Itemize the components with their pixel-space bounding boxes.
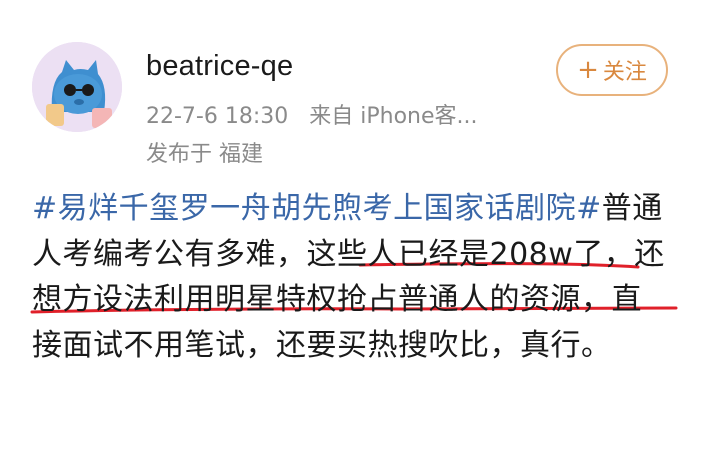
follow-button[interactable]: + 关注: [556, 44, 668, 96]
cat-avatar-icon: [32, 42, 122, 132]
hashtag-link[interactable]: #易烊千玺罗一舟胡先煦考上国家话剧院#: [32, 191, 602, 226]
post-meta: 22-7-6 18:30 来自 iPhone客...: [146, 98, 492, 130]
avatar[interactable]: [32, 42, 122, 132]
post-highlight-1: 这些人已经是208w: [306, 236, 574, 272]
username[interactable]: beatrice-qe: [146, 50, 293, 83]
follow-label: 关注: [602, 60, 647, 85]
post-date: 22-7-6 18:30: [146, 104, 289, 129]
post-location: 发布于 福建: [146, 142, 263, 167]
plus-icon: +: [577, 55, 599, 85]
post-body: #易烊千玺罗一舟胡先煦考上国家话剧院#普通人考编考公有多难，这些人已经是208w…: [32, 186, 672, 368]
post-source: 来自 iPhone客...: [309, 104, 478, 129]
